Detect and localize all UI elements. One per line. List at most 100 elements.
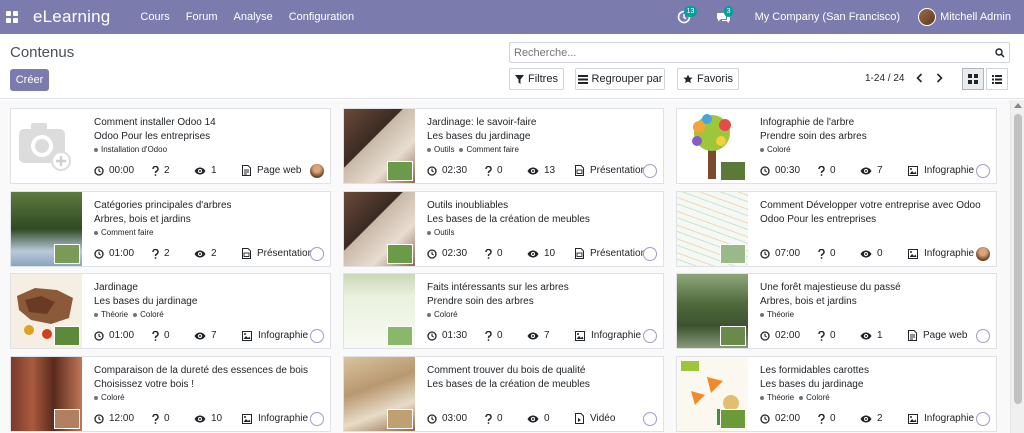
views-value: 0 — [544, 413, 550, 424]
responsible-avatar[interactable] — [643, 412, 657, 426]
content-thumbnail[interactable] — [344, 274, 415, 348]
groupby-button[interactable]: Regrouper par — [575, 68, 665, 90]
views-value: 7 — [211, 330, 217, 341]
content-thumbnail[interactable] — [11, 357, 82, 431]
tag: Coloré — [799, 393, 830, 402]
content-card[interactable]: Comment installer Odoo 14 Odoo Pour les … — [10, 108, 331, 184]
content-card[interactable]: Comment Développer votre entreprise avec… — [676, 191, 997, 267]
activity-icon[interactable]: 13 — [675, 6, 698, 26]
clock-icon — [760, 165, 770, 176]
responsible-avatar[interactable] — [310, 329, 324, 343]
responsible-avatar[interactable] — [976, 247, 990, 261]
menu-item-forum[interactable]: Forum — [186, 11, 218, 23]
thumbnail-inset — [54, 244, 80, 264]
search-input[interactable] — [514, 46, 991, 59]
scroll-thumb[interactable] — [1014, 114, 1022, 404]
content-thumbnail[interactable] — [677, 192, 748, 266]
content-type-label: Infographie — [924, 248, 975, 259]
content-card[interactable]: Jardinage: le savoir-faire Les bases du … — [343, 108, 664, 184]
views-stat: 7 — [527, 330, 561, 341]
content-thumbnail[interactable] — [11, 192, 82, 266]
course-name: Les bases de la création de meubles — [427, 379, 590, 390]
content-type: Présentation — [575, 248, 646, 259]
responsible-avatar[interactable] — [976, 164, 990, 178]
duration-value: 02:30 — [442, 165, 468, 176]
content-title[interactable]: Jardinage: le savoir-faire — [427, 117, 537, 128]
search-icon[interactable] — [991, 44, 1009, 62]
content-type: Infographie — [908, 413, 974, 424]
list-view-button[interactable] — [986, 68, 1008, 90]
content-stats: 01:30 0 7 Infographie — [427, 330, 641, 341]
tag: Théorie — [760, 393, 794, 402]
content-card[interactable]: Les formidables carottes Les bases du ja… — [676, 356, 997, 432]
course-name: Odoo Pour les entreprises — [94, 131, 211, 142]
scroll-up-icon[interactable] — [1014, 103, 1022, 108]
duration-value: 03:00 — [442, 413, 468, 424]
responsible-avatar[interactable] — [643, 247, 657, 261]
responsible-avatar[interactable] — [976, 412, 990, 426]
question-icon — [485, 165, 492, 176]
duration-value: 02:30 — [442, 248, 468, 259]
content-thumbnail[interactable] — [677, 109, 748, 183]
create-button[interactable]: Créer — [10, 69, 49, 91]
apps-menu-icon[interactable] — [5, 10, 19, 24]
content-thumbnail[interactable] — [677, 357, 748, 431]
content-card[interactable]: Infographie de l'arbre Prendre soin des … — [676, 108, 997, 184]
company-switcher[interactable]: My Company (San Francisco) — [755, 11, 901, 23]
content-title[interactable]: Comment trouver du bois de qualité — [427, 365, 585, 376]
responsible-avatar[interactable] — [310, 412, 324, 426]
duration-stat: 00:00 — [94, 165, 138, 176]
vertical-scrollbar[interactable] — [1010, 100, 1024, 433]
content-thumbnail[interactable] — [344, 192, 415, 266]
content-title[interactable]: Comment installer Odoo 14 — [94, 117, 216, 128]
content-title[interactable]: Faits intéressants sur les arbres — [427, 282, 569, 293]
questions-stat: 2 — [152, 165, 180, 176]
duration-value: 00:30 — [775, 165, 801, 176]
content-card[interactable]: Comparaison de la dureté des essences de… — [10, 356, 331, 432]
content-card[interactable]: Catégories principales d'arbres Arbres, … — [10, 191, 331, 267]
content-card[interactable]: Outils inoubliables Les bases de la créa… — [343, 191, 664, 267]
question-icon — [485, 330, 492, 341]
content-thumbnail[interactable] — [11, 274, 82, 348]
menu-item-configuration[interactable]: Configuration — [289, 11, 354, 23]
responsible-avatar[interactable] — [310, 164, 324, 178]
content-thumbnail[interactable] — [344, 357, 415, 431]
responsible-avatar[interactable] — [643, 329, 657, 343]
pager-value[interactable]: 1-24 / 24 — [865, 73, 904, 84]
tag: Coloré — [760, 145, 791, 154]
pager-previous-icon[interactable] — [912, 71, 926, 85]
content-title[interactable]: Infographie de l'arbre — [760, 117, 854, 128]
content-title[interactable]: Outils inoubliables — [427, 200, 508, 211]
content-thumbnail[interactable] — [11, 109, 82, 183]
responsible-avatar[interactable] — [310, 247, 324, 261]
messaging-icon[interactable]: 3 — [715, 6, 734, 26]
duration-stat: 01:00 — [94, 248, 138, 259]
content-card[interactable]: Une forêt majestieuse du passé Arbres, b… — [676, 273, 997, 349]
favorites-button[interactable]: Favoris — [677, 68, 739, 90]
views-value: 10 — [544, 248, 556, 259]
responsible-avatar[interactable] — [976, 329, 990, 343]
content-thumbnail[interactable] — [344, 109, 415, 183]
content-type-label: Infographie — [924, 165, 975, 176]
content-card[interactable]: Faits intéressants sur les arbres Prendr… — [343, 273, 664, 349]
menu-item-reporting[interactable]: Analyse — [234, 11, 273, 23]
content-title[interactable]: Comment Développer votre entreprise avec… — [760, 200, 981, 211]
content-card[interactable]: Jardinage Les bases du jardinage Théorie… — [10, 273, 331, 349]
duration-value: 07:00 — [775, 248, 801, 259]
pager-next-icon[interactable] — [932, 71, 946, 85]
menu-item-courses[interactable]: Cours — [140, 11, 169, 23]
content-thumbnail[interactable] — [677, 274, 748, 348]
content-title[interactable]: Les formidables carottes — [760, 365, 869, 376]
responsible-avatar[interactable] — [643, 164, 657, 178]
content-card[interactable]: Comment trouver du bois de qualité Les b… — [343, 356, 664, 432]
filters-button[interactable]: Filtres — [509, 68, 564, 90]
app-brand[interactable]: eLearning — [33, 7, 110, 27]
questions-stat: 0 — [818, 330, 846, 341]
content-title[interactable]: Comparaison de la dureté des essences de… — [94, 365, 308, 376]
user-menu[interactable]: Mitchell Admin — [918, 8, 1011, 26]
content-title[interactable]: Une forêt majestieuse du passé — [760, 282, 901, 293]
content-title[interactable]: Jardinage — [94, 282, 138, 293]
content-type: Vidéo — [575, 413, 615, 424]
kanban-view-button[interactable] — [962, 68, 984, 90]
content-title[interactable]: Catégories principales d'arbres — [94, 200, 232, 211]
